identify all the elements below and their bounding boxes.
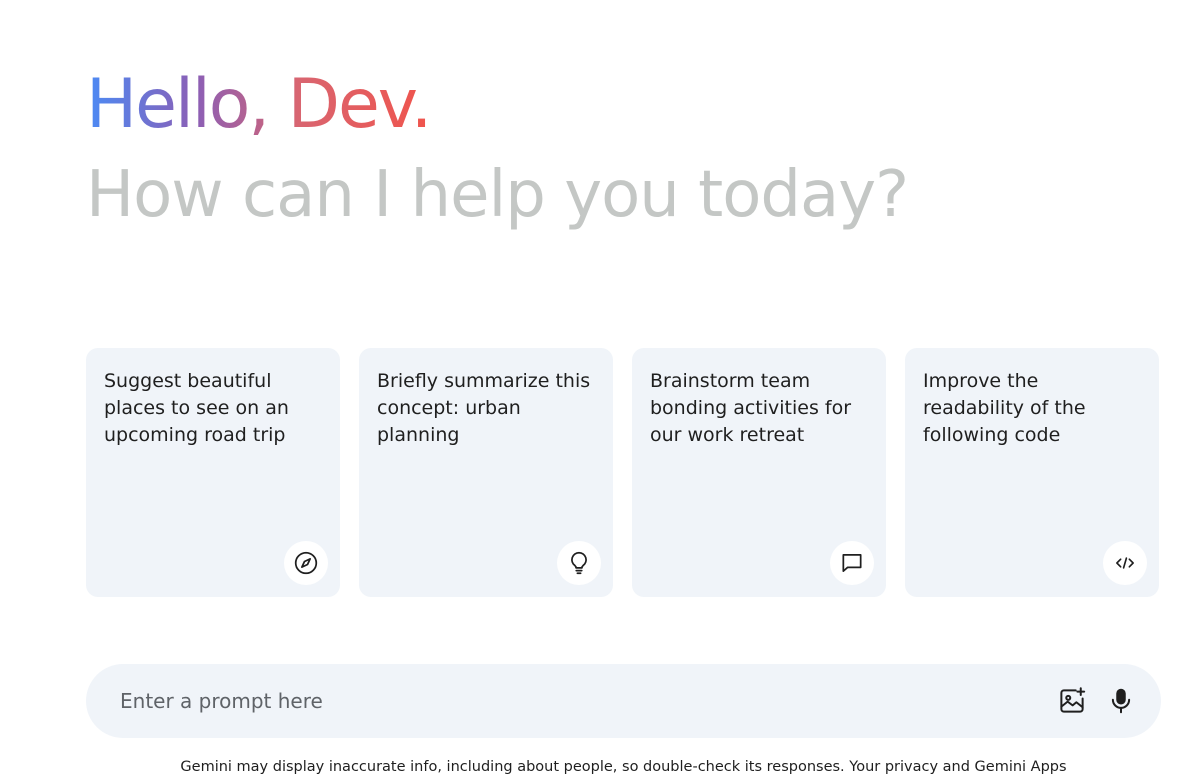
gemini-home: Hello, Dev. How can I help you today? Su… — [0, 0, 1199, 780]
compass-icon — [284, 541, 328, 585]
prompt-bar — [86, 664, 1161, 738]
greeting-subtitle: How can I help you today? — [86, 158, 909, 232]
suggestion-card-code-readability[interactable]: Improve the readability of the following… — [905, 348, 1159, 597]
disclaimer-text: Gemini may display inaccurate info, incl… — [180, 759, 1067, 775]
suggestion-card-road-trip[interactable]: Suggest beautiful places to see on an up… — [86, 348, 340, 597]
add-image-icon — [1060, 687, 1086, 713]
upload-image-button[interactable] — [1050, 679, 1094, 723]
code-icon — [1103, 541, 1147, 585]
prompt-input[interactable] — [120, 681, 1000, 721]
microphone-icon — [1111, 688, 1131, 714]
suggestion-card-urban-planning[interactable]: Briefly summarize this concept: urban pl… — [359, 348, 613, 597]
suggestion-card-text: Briefly summarize this concept: urban pl… — [377, 370, 591, 446]
suggestion-card-text: Improve the readability of the following… — [923, 370, 1086, 446]
suggestion-card-text: Suggest beautiful places to see on an up… — [104, 370, 289, 446]
suggestion-card-team-bonding[interactable]: Brainstorm team bonding activities for o… — [632, 348, 886, 597]
greeting-title: Hello, Dev. — [86, 62, 432, 148]
suggestion-card-text: Brainstorm team bonding activities for o… — [650, 370, 852, 446]
chat-bubble-icon — [830, 541, 874, 585]
lightbulb-icon — [557, 541, 601, 585]
suggestion-cards: Suggest beautiful places to see on an up… — [86, 348, 1159, 597]
microphone-button[interactable] — [1099, 679, 1143, 723]
